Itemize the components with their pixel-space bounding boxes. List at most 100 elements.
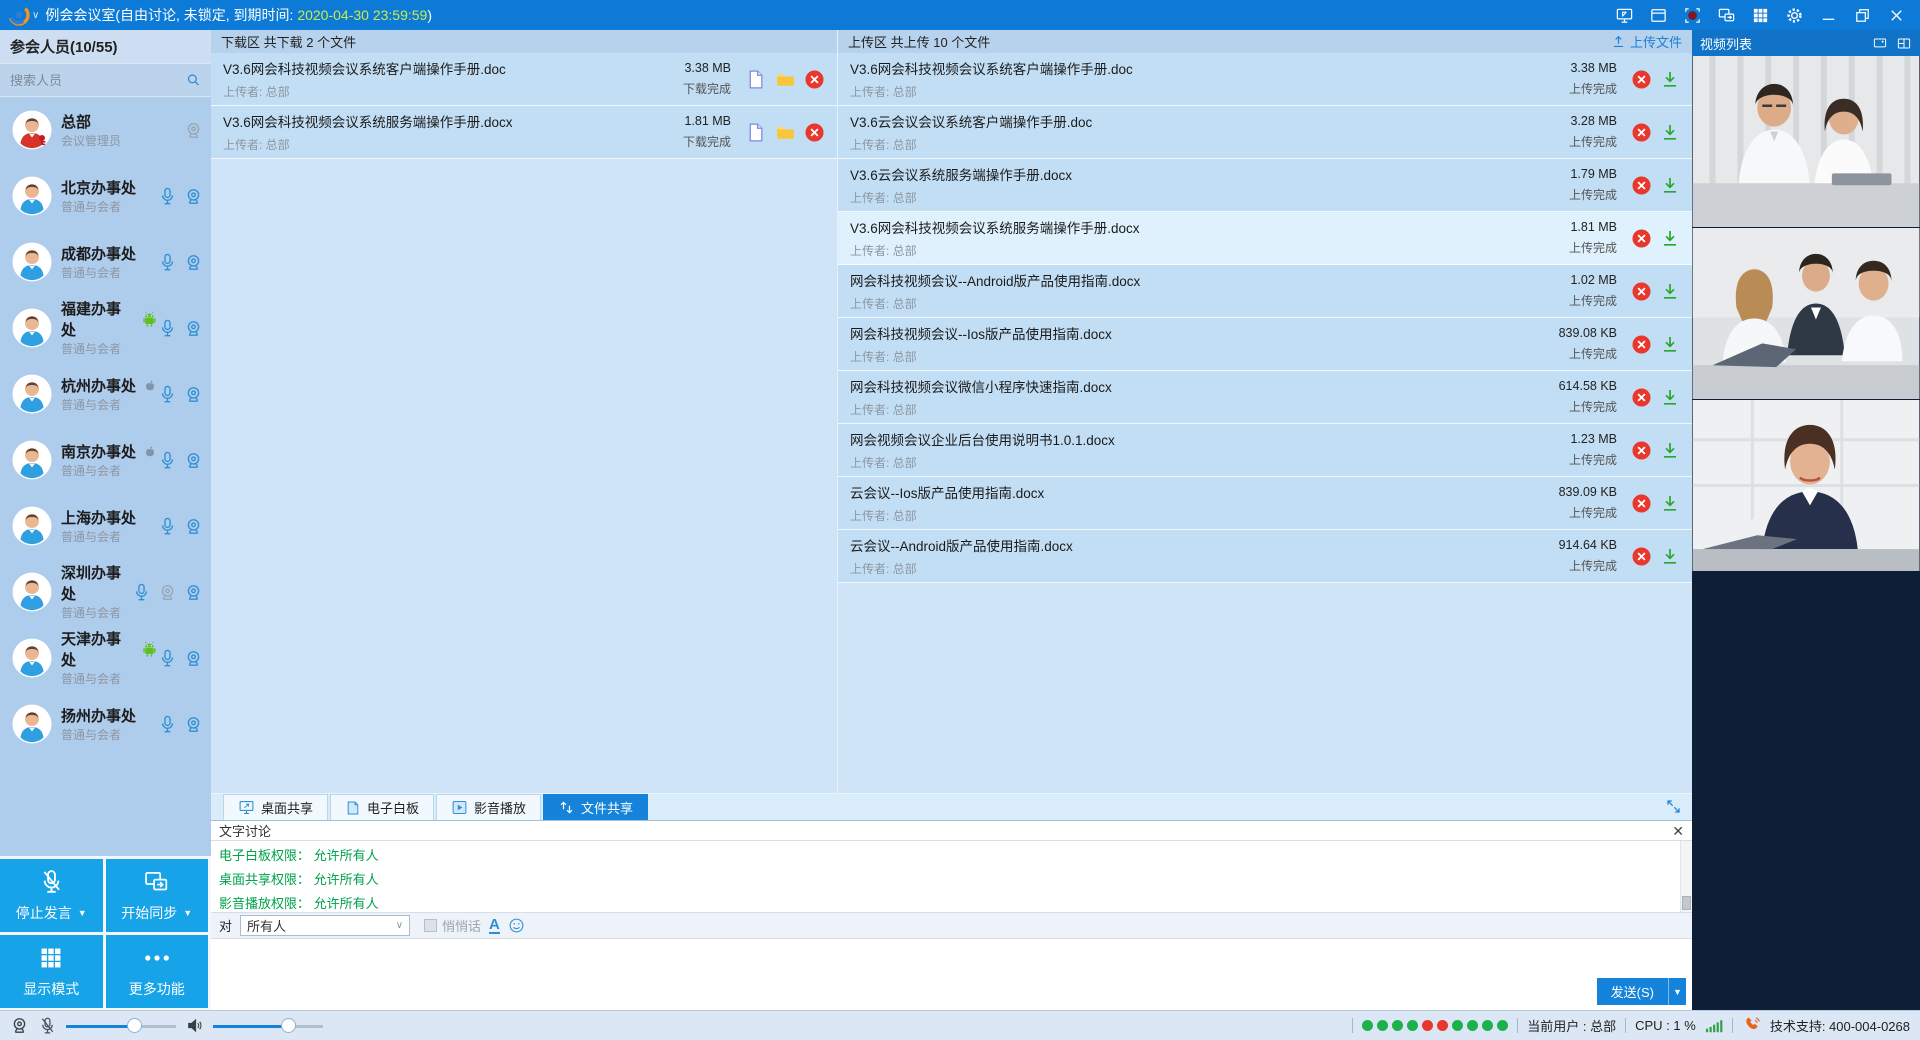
webcam-icon-grey[interactable] — [158, 583, 177, 602]
participant-row[interactable]: 成都办事处 普通与会者 — [0, 229, 211, 295]
delete-file-icon[interactable] — [804, 69, 825, 90]
webcam-icon[interactable] — [184, 385, 203, 404]
upload-file-row[interactable]: V3.6网会科技视频会议系统客户端操作手册.doc 上传者: 总部 3.38 M… — [838, 53, 1692, 106]
download-file-icon[interactable] — [1660, 175, 1680, 195]
more-functions-button[interactable]: 更多功能 — [106, 935, 209, 1008]
display-mode-button[interactable]: 显示模式 — [0, 935, 103, 1008]
delete-file-icon[interactable] — [1631, 493, 1652, 514]
chat-scrollbar-thumb[interactable] — [1682, 896, 1691, 910]
webcam-status-icon[interactable] — [10, 1016, 29, 1035]
webcam-icon[interactable] — [184, 517, 203, 536]
video-thumbnail[interactable] — [1692, 56, 1920, 228]
chat-close-icon[interactable]: ✕ — [1672, 824, 1684, 838]
webcam-icon[interactable] — [184, 649, 203, 668]
webcam-icon-grey[interactable] — [184, 121, 203, 140]
dropdown-caret-icon[interactable]: ▼ — [78, 908, 87, 918]
video-popup-icon[interactable] — [1872, 36, 1888, 51]
apps-grid-icon[interactable] — [1751, 6, 1770, 25]
upload-file-row[interactable]: 网会科技视频会议--Android版产品使用指南.docx 上传者: 总部 1.… — [838, 265, 1692, 318]
search-icon[interactable] — [186, 71, 201, 89]
start-sync-button[interactable]: 开始同步▼ — [106, 859, 209, 932]
video-thumbnail[interactable] — [1692, 228, 1920, 400]
microphone-icon[interactable] — [158, 318, 177, 338]
download-file-icon[interactable] — [1660, 440, 1680, 460]
open-folder-icon[interactable] — [774, 122, 796, 143]
delete-file-icon[interactable] — [1631, 546, 1652, 567]
microphone-icon[interactable] — [158, 186, 177, 206]
webcam-icon[interactable] — [184, 253, 203, 272]
download-file-icon[interactable] — [1660, 228, 1680, 248]
mic-muted-status-icon[interactable] — [38, 1016, 57, 1035]
font-style-icon[interactable]: A — [489, 917, 500, 934]
tab-whiteboard[interactable]: 电子白板 — [330, 794, 434, 820]
microphone-icon[interactable] — [158, 516, 177, 536]
title-menu-chevron-icon[interactable]: ∨ — [32, 10, 39, 21]
webcam-icon[interactable] — [184, 187, 203, 206]
webcam-icon[interactable] — [184, 319, 203, 338]
whisper-checkbox[interactable] — [424, 919, 437, 932]
microphone-icon[interactable] — [158, 714, 177, 734]
upload-file-row[interactable]: 网会科技视频会议微信小程序快速指南.docx 上传者: 总部 614.58 KB… — [838, 371, 1692, 424]
video-layout-icon[interactable] — [1896, 36, 1912, 51]
participant-row[interactable]: 南京办事处 普通与会者 — [0, 427, 211, 493]
delete-file-icon[interactable] — [1631, 334, 1652, 355]
window-mode-icon[interactable] — [1649, 6, 1668, 25]
download-file-icon[interactable] — [1660, 122, 1680, 142]
tab-desktop-share[interactable]: 桌面共享 — [223, 794, 328, 820]
webcam-icon[interactable] — [184, 451, 203, 470]
stop-speaking-button[interactable]: 停止发言▼ — [0, 859, 103, 932]
restore-button[interactable] — [1853, 6, 1872, 25]
participant-row[interactable]: 总部 会议管理员 — [0, 97, 211, 163]
download-file-icon[interactable] — [1660, 334, 1680, 354]
download-file-row[interactable]: V3.6网会科技视频会议系统客户端操作手册.doc 上传者: 总部 3.38 M… — [211, 53, 837, 106]
delete-file-icon[interactable] — [1631, 228, 1652, 249]
download-file-icon[interactable] — [1660, 546, 1680, 566]
delete-file-icon[interactable] — [1631, 440, 1652, 461]
search-input[interactable] — [10, 73, 186, 88]
speaker-icon[interactable] — [185, 1016, 204, 1035]
download-file-icon[interactable] — [1660, 281, 1680, 301]
upload-file-row[interactable]: V3.6云会议系统服务端操作手册.docx 上传者: 总部 1.79 MB 上传… — [838, 159, 1692, 212]
open-file-icon[interactable] — [745, 69, 766, 90]
open-folder-icon[interactable] — [774, 69, 796, 90]
upload-file-row[interactable]: 网会视频会议企业后台使用说明书1.0.1.docx 上传者: 总部 1.23 M… — [838, 424, 1692, 477]
delete-file-icon[interactable] — [804, 122, 825, 143]
microphone-icon[interactable] — [158, 450, 177, 470]
microphone-icon[interactable] — [132, 582, 151, 602]
upload-file-row[interactable]: V3.6网会科技视频会议系统服务端操作手册.docx 上传者: 总部 1.81 … — [838, 212, 1692, 265]
download-file-icon[interactable] — [1660, 69, 1680, 89]
participant-row[interactable]: 北京办事处 普通与会者 — [0, 163, 211, 229]
record-icon[interactable] — [1683, 6, 1702, 25]
speaker-volume-slider[interactable] — [213, 1018, 323, 1034]
upload-file-row[interactable]: 云会议--Android版产品使用指南.docx 上传者: 总部 914.64 … — [838, 530, 1692, 583]
sync-screens-icon[interactable] — [1717, 6, 1736, 25]
send-button[interactable]: 发送(S) — [1597, 978, 1668, 1005]
settings-gear-icon[interactable] — [1785, 6, 1804, 25]
participant-row[interactable]: 深圳办事处 普通与会者 — [0, 559, 211, 625]
microphone-icon[interactable] — [158, 648, 177, 668]
upload-file-row[interactable]: 云会议--Ios版产品使用指南.docx 上传者: 总部 839.09 KB 上… — [838, 477, 1692, 530]
tab-media-play[interactable]: 影音播放 — [436, 794, 541, 820]
expand-fullscreen-icon[interactable] — [1665, 798, 1682, 815]
download-file-icon[interactable] — [1660, 387, 1680, 407]
recipient-select[interactable]: 所有人∨ — [240, 915, 410, 936]
participant-row[interactable]: 天津办事处 普通与会者 — [0, 625, 211, 691]
delete-file-icon[interactable] — [1631, 175, 1652, 196]
participant-row[interactable]: 杭州办事处 普通与会者 — [0, 361, 211, 427]
chat-scrollbar[interactable] — [1680, 841, 1692, 912]
webcam-icon[interactable] — [184, 583, 203, 602]
upload-file-row[interactable]: V3.6云会议会议系统客户端操作手册.doc 上传者: 总部 3.28 MB 上… — [838, 106, 1692, 159]
video-thumbnail[interactable] — [1692, 400, 1920, 572]
dropdown-caret-icon[interactable]: ▼ — [183, 908, 192, 918]
mic-volume-slider[interactable] — [66, 1018, 176, 1034]
download-file-row[interactable]: V3.6网会科技视频会议系统服务端操作手册.docx 上传者: 总部 1.81 … — [211, 106, 837, 159]
participant-row[interactable]: 上海办事处 普通与会者 — [0, 493, 211, 559]
send-options-caret[interactable]: ▼ — [1668, 978, 1686, 1005]
participant-row[interactable]: 福建办事处 普通与会者 — [0, 295, 211, 361]
minimize-button[interactable] — [1819, 6, 1838, 25]
screen-share-icon[interactable] — [1615, 6, 1634, 25]
close-button[interactable] — [1887, 6, 1906, 25]
delete-file-icon[interactable] — [1631, 69, 1652, 90]
delete-file-icon[interactable] — [1631, 122, 1652, 143]
chat-message-input[interactable] — [211, 939, 1692, 1010]
